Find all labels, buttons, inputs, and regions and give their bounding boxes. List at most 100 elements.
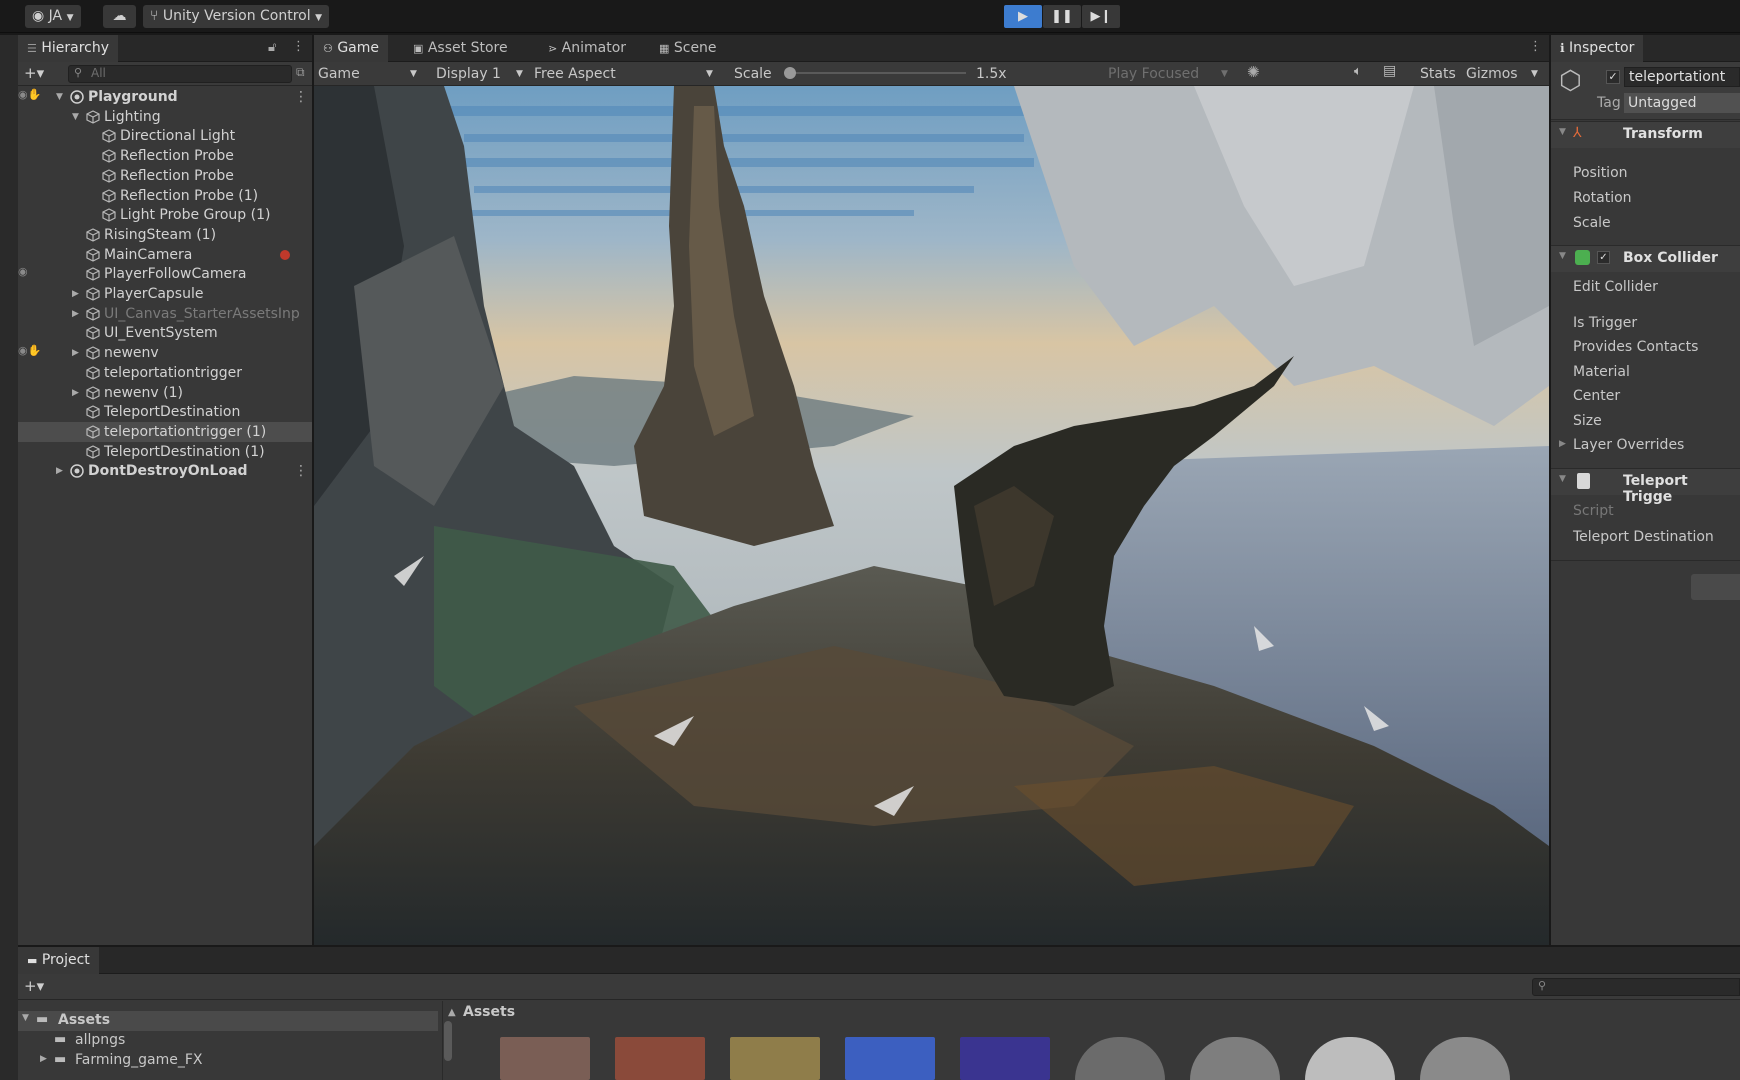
- expand-arrow-icon[interactable]: ▶: [72, 284, 82, 304]
- hierarchy-item[interactable]: Reflection Probe (1): [18, 186, 312, 206]
- tab-game[interactable]: ⚇ Game: [314, 35, 389, 62]
- visibility-icon[interactable]: ◉✋: [18, 88, 41, 101]
- expand-arrow-icon[interactable]: ▶: [72, 304, 82, 324]
- tab-animator[interactable]: ⋗ Animator: [539, 35, 635, 62]
- tab-asset-store[interactable]: ▣ Asset Store: [404, 35, 517, 62]
- folder-item-allpngs[interactable]: ▬ allpngs: [18, 1031, 438, 1051]
- keyboard-icon[interactable]: ▤: [1383, 63, 1396, 79]
- asset-thumbnail[interactable]: [845, 1037, 935, 1080]
- visibility-icon[interactable]: ◉: [18, 265, 28, 278]
- mute-icon[interactable]: 🔈︎: [1354, 64, 1362, 79]
- play-button[interactable]: ▶: [1004, 5, 1042, 28]
- hierarchy-search-input[interactable]: ⚲ All: [68, 65, 292, 83]
- box-collider-enabled-checkbox[interactable]: ✓: [1597, 251, 1610, 264]
- scene-icon: ▦: [659, 42, 670, 55]
- visibility-icon[interactable]: ◉✋: [18, 344, 41, 357]
- more-options-icon[interactable]: ⋮: [292, 39, 305, 54]
- teleport-trigger-header[interactable]: ▼ Teleport Trigge: [1551, 468, 1740, 505]
- active-checkbox[interactable]: ✓: [1606, 70, 1620, 84]
- display-dropdown[interactable]: Display 1 ▼: [436, 64, 526, 84]
- tab-scene[interactable]: ▦ Scene: [650, 35, 726, 62]
- hierarchy-item[interactable]: ▶ newenv (1): [18, 383, 312, 403]
- version-control-label: Unity Version Control: [162, 8, 311, 24]
- asset-thumbnail[interactable]: [1305, 1037, 1395, 1080]
- game-mode-dropdown[interactable]: Game ▼: [318, 64, 421, 84]
- gameobject-icon: [86, 326, 100, 341]
- collapse-arrow-icon[interactable]: ▼: [56, 87, 66, 107]
- aspect-dropdown[interactable]: Free Aspect ▼: [534, 64, 719, 84]
- folder-item-farming-game-fx[interactable]: ▶ ▬ Farming_game_FX: [18, 1051, 438, 1071]
- version-control-button[interactable]: ⑂ Unity Version Control ▼: [143, 5, 330, 28]
- add-icon[interactable]: +▾: [24, 64, 44, 82]
- hierarchy-item[interactable]: RisingSteam (1): [18, 225, 312, 245]
- gizmos-dropdown[interactable]: Gizmos ▼: [1466, 64, 1541, 84]
- tab-hierarchy[interactable]: ☰ Hierarchy: [18, 35, 118, 62]
- add-icon[interactable]: +▾: [24, 977, 44, 995]
- layer-overrides-row[interactable]: ▶ Layer Overrides: [1559, 437, 1684, 453]
- lock-icon[interactable]: 🔓︎: [268, 40, 276, 55]
- game-tabbar: ⚇ Game ▣ Asset Store ⋗ Animator ▦ Scene …: [314, 35, 1549, 62]
- asset-thumbnail[interactable]: [1075, 1037, 1165, 1080]
- scene-icon: [70, 464, 84, 479]
- bug-icon[interactable]: ✺: [1247, 63, 1260, 81]
- tab-inspector[interactable]: ℹ Inspector: [1551, 35, 1644, 62]
- hierarchy-item[interactable]: ▶ PlayerCapsule: [18, 284, 312, 304]
- sort-arrow-icon[interactable]: ▲: [448, 1007, 456, 1018]
- hierarchy-item[interactable]: PlayerFollowCamera: [18, 264, 312, 284]
- more-options-icon[interactable]: ⋮: [294, 461, 308, 481]
- hierarchy-item[interactable]: UI_EventSystem: [18, 323, 312, 343]
- folder-item-assets[interactable]: ▼ ▬ Assets: [18, 1011, 438, 1031]
- more-options-icon[interactable]: ⋮: [1529, 39, 1542, 54]
- hierarchy-item[interactable]: ▼ Playground ⋮: [18, 87, 312, 107]
- main-toolbar: ◉ JA ▼ ☁ ⑂ Unity Version Control ▼ ▶ ❚❚ …: [0, 0, 1740, 33]
- asset-thumbnail[interactable]: [1190, 1037, 1280, 1080]
- more-options-icon[interactable]: ⋮: [294, 87, 308, 107]
- hierarchy-item[interactable]: ▶ DontDestroyOnLoad ⋮: [18, 461, 312, 481]
- project-search-input[interactable]: ⚲: [1532, 978, 1740, 996]
- hierarchy-item[interactable]: Light Probe Group (1): [18, 205, 312, 225]
- tag-dropdown[interactable]: Untagged: [1624, 93, 1740, 113]
- project-asset-grid: ▲ Assets: [448, 1001, 1740, 1080]
- filter-icon[interactable]: ⧉: [296, 65, 305, 80]
- edit-collider-label[interactable]: Edit Collider: [1573, 279, 1658, 295]
- hierarchy-item[interactable]: ▼ Lighting: [18, 107, 312, 127]
- hierarchy-item[interactable]: teleportationtrigger (1): [18, 421, 312, 442]
- expand-arrow-icon[interactable]: ▶: [72, 343, 82, 363]
- step-button[interactable]: ▶❙: [1082, 5, 1120, 28]
- hierarchy-item[interactable]: TeleportDestination (1): [18, 442, 312, 462]
- hierarchy-icon: ☰: [27, 42, 37, 55]
- left-gutter: [0, 35, 18, 1080]
- game-viewport[interactable]: [314, 86, 1549, 945]
- cloud-button[interactable]: ☁: [103, 5, 136, 28]
- hierarchy-item[interactable]: Directional Light: [18, 126, 312, 146]
- hierarchy-item[interactable]: Reflection Probe: [18, 166, 312, 186]
- scale-slider[interactable]: [784, 67, 966, 79]
- object-name-input[interactable]: teleportationt: [1624, 67, 1740, 87]
- stats-button[interactable]: Stats: [1420, 64, 1456, 84]
- account-button[interactable]: ◉ JA ▼: [25, 5, 81, 28]
- expand-arrow-icon[interactable]: ▶: [56, 461, 66, 481]
- scale-slider-handle[interactable]: [784, 67, 796, 79]
- hierarchy-item[interactable]: ▶ UI_Canvas_StarterAssetsInp: [18, 304, 312, 324]
- hierarchy-item[interactable]: Reflection Probe: [18, 146, 312, 166]
- expand-arrow-icon[interactable]: ▶: [72, 383, 82, 403]
- asset-thumbnail[interactable]: [500, 1037, 590, 1080]
- asset-thumbnail[interactable]: [1420, 1037, 1510, 1080]
- hierarchy-item[interactable]: teleportationtrigger: [18, 363, 312, 383]
- provides-contacts-label: Provides Contacts: [1573, 339, 1699, 355]
- asset-thumbnail[interactable]: [730, 1037, 820, 1080]
- collapse-arrow-icon[interactable]: ▼: [72, 107, 82, 127]
- search-icon: ⚲: [1538, 979, 1547, 992]
- box-collider-header[interactable]: ▼ ✓ Box Collider: [1551, 245, 1740, 272]
- hierarchy-item[interactable]: MainCamera: [18, 245, 312, 265]
- transform-icon: ⅄: [1573, 125, 1582, 141]
- hierarchy-item[interactable]: TeleportDestination: [18, 402, 312, 422]
- asset-thumbnail[interactable]: [960, 1037, 1050, 1080]
- transform-header[interactable]: ▼ ⅄ Transform: [1551, 121, 1740, 148]
- hierarchy-item[interactable]: ▶ newenv: [18, 343, 312, 363]
- add-component-button[interactable]: [1691, 574, 1740, 600]
- play-focused-dropdown[interactable]: Play Focused ▼: [1108, 64, 1233, 84]
- tab-project[interactable]: ▬ Project: [18, 947, 99, 974]
- asset-thumbnail[interactable]: [615, 1037, 705, 1080]
- pause-button[interactable]: ❚❚: [1043, 5, 1081, 28]
